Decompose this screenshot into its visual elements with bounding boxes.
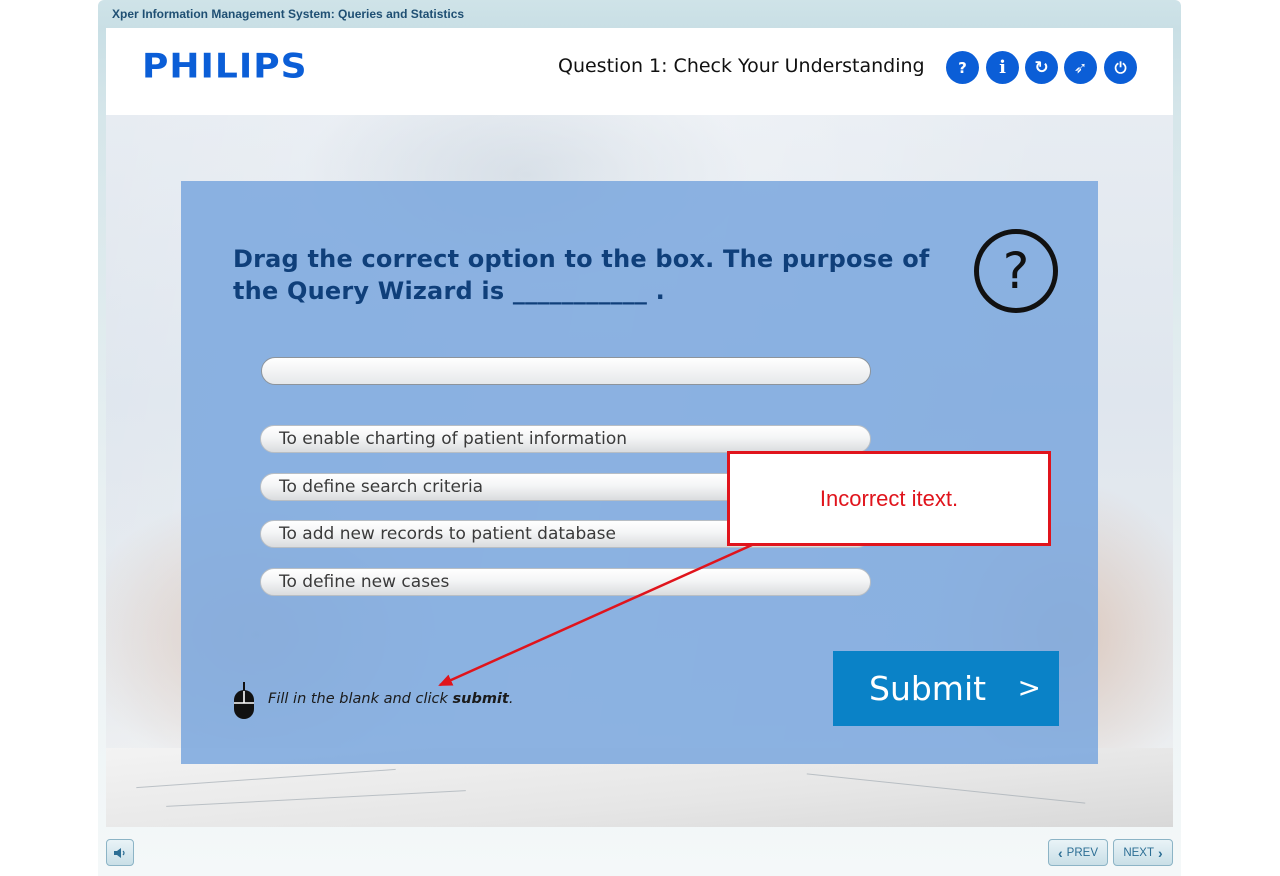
instruction-prefix: Fill in the blank and click [268, 691, 453, 707]
slide-title: Question 1: Check Your Understanding [558, 55, 925, 77]
mouse-icon [234, 682, 254, 719]
chevron-right-icon: › [1158, 844, 1163, 861]
prev-button[interactable]: ‹ PREV [1048, 839, 1108, 866]
chevron-right-icon: > [1017, 671, 1041, 704]
replay-button[interactable]: ↻ [1025, 51, 1058, 84]
slide-header: PHILIPS Question 1: Check Your Understan… [106, 28, 1173, 115]
instruction-text: Fill in the blank and click submit. [268, 691, 513, 707]
help-icon: ? [958, 58, 967, 77]
submit-button[interactable]: Submit > [833, 651, 1059, 726]
option-new-cases[interactable]: To define new cases [260, 568, 871, 596]
info-button[interactable]: i [986, 51, 1019, 84]
answer-drop-zone[interactable] [261, 357, 871, 385]
glossary-button[interactable]: ➶ [1064, 51, 1097, 84]
chevron-left-icon: ‹ [1058, 844, 1063, 861]
question-mark-glyph: ? [1002, 242, 1030, 300]
instruction-suffix: . [508, 691, 514, 707]
callout-text: Incorrect itext. [819, 485, 959, 511]
question-mark-icon: ? [974, 229, 1058, 313]
info-icon: i [999, 57, 1006, 78]
exit-button[interactable]: ⏻ [1104, 51, 1137, 84]
help-button[interactable]: ? [946, 51, 979, 84]
option-charting[interactable]: To enable charting of patient informatio… [260, 425, 871, 453]
window-title: Xper Information Management System: Quer… [112, 7, 465, 21]
next-label: NEXT [1123, 846, 1154, 859]
compass-icon: ➶ [1073, 58, 1088, 77]
slide-stage: PHILIPS Question 1: Check Your Understan… [106, 28, 1173, 827]
next-button[interactable]: NEXT › [1113, 839, 1173, 866]
question-text: Drag the correct option to the box. The … [233, 245, 930, 305]
replay-icon: ↻ [1034, 57, 1049, 78]
feedback-callout: Incorrect itext. [727, 451, 1051, 546]
power-icon: ⏻ [1114, 58, 1127, 77]
speaker-icon [114, 847, 125, 858]
audio-button[interactable] [106, 839, 134, 866]
instruction-bold: submit [452, 691, 509, 707]
philips-logo: PHILIPS [142, 47, 308, 86]
prev-label: PREV [1066, 846, 1098, 859]
submit-label: Submit [869, 669, 987, 708]
